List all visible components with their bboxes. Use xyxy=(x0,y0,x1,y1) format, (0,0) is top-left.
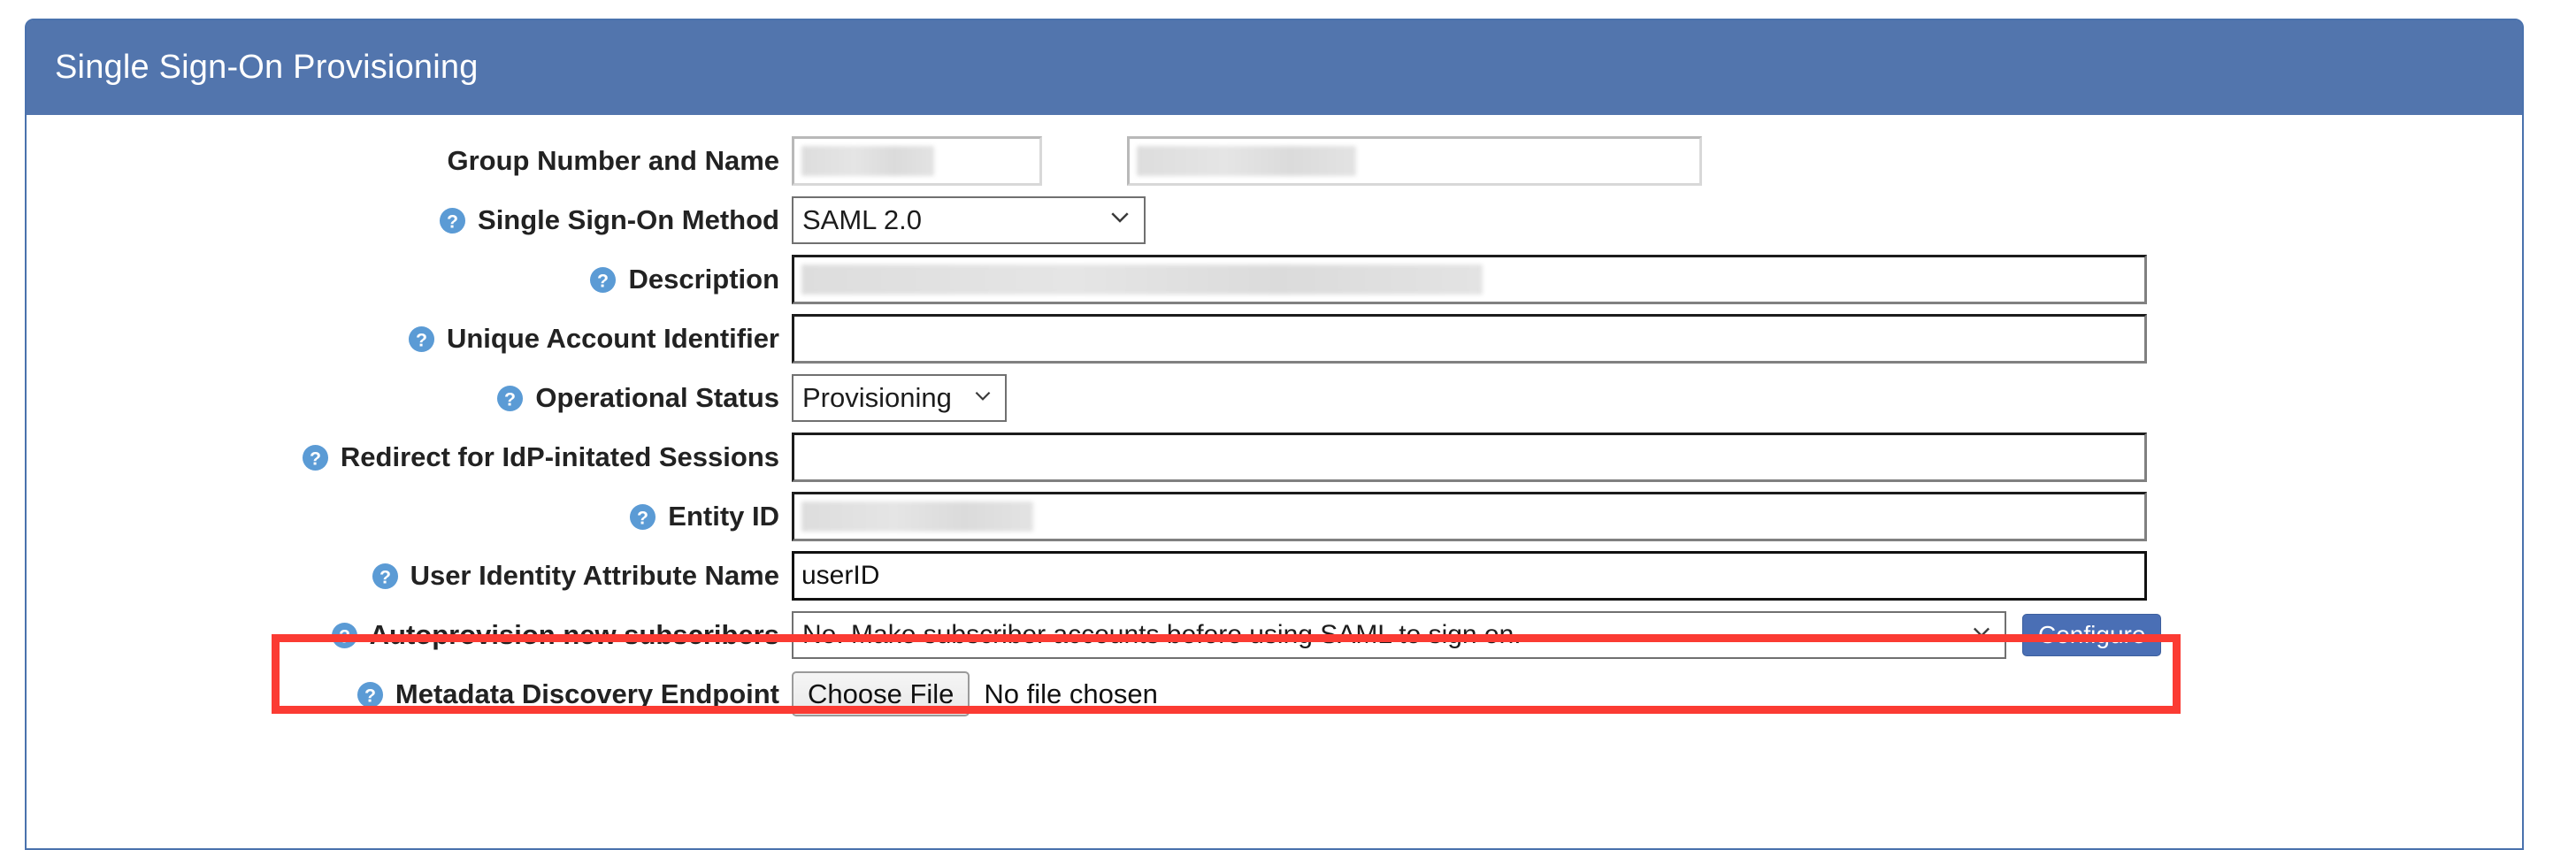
autoprovision-select[interactable]: No. Make subscriber accounts before usin… xyxy=(792,611,2006,659)
form-row-operational-status: ? Operational Status Provisioning xyxy=(27,368,2522,427)
redirect-for-idp-initiated-sessions-input[interactable] xyxy=(792,433,2147,482)
chevron-down-icon xyxy=(1969,619,1994,651)
group-name-input[interactable] xyxy=(1127,136,1702,186)
help-circle-icon[interactable]: ? xyxy=(629,503,656,531)
field-label: Description xyxy=(628,265,779,293)
field-label: User Identity Attribute Name xyxy=(410,562,779,589)
field-label: Metadata Discovery Endpoint xyxy=(395,680,779,708)
form-row-autoprovision-new-subscribers: ? Autoprovision new subscribers No. Make… xyxy=(27,605,2522,664)
field-label: Unique Account Identifier xyxy=(447,325,779,352)
svg-text:?: ? xyxy=(310,448,321,469)
help-circle-icon[interactable]: ? xyxy=(439,207,466,234)
field-label: Group Number and Name xyxy=(448,147,780,174)
user-identity-attribute-name-input[interactable]: userID xyxy=(792,551,2147,601)
field-label: Redirect for IdP-initated Sessions xyxy=(341,443,779,471)
page-title: Single Sign-On Provisioning xyxy=(55,49,479,87)
svg-text:?: ? xyxy=(597,270,609,291)
entity-id-input[interactable] xyxy=(792,492,2147,541)
field-label: Entity ID xyxy=(668,502,779,530)
form-row-metadata-discovery-endpoint: ? Metadata Discovery Endpoint Choose Fil… xyxy=(27,664,2522,724)
label-cell: ? Entity ID xyxy=(27,502,792,530)
redacted-value xyxy=(801,264,1483,295)
operational-status-select[interactable]: Provisioning xyxy=(792,374,1007,422)
help-circle-icon[interactable]: ? xyxy=(589,266,617,294)
choose-file-button[interactable]: Choose File xyxy=(792,671,970,716)
form-row-description: ? Description xyxy=(27,249,2522,309)
label-cell: ? Description xyxy=(27,265,792,293)
redacted-value xyxy=(1137,146,1356,176)
svg-text:?: ? xyxy=(504,388,516,410)
label-cell: ? Operational Status xyxy=(27,384,792,411)
help-circle-icon[interactable]: ? xyxy=(331,622,358,649)
help-circle-icon[interactable]: ? xyxy=(302,444,329,471)
form-row-user-identity-attribute-name: ? User Identity Attribute Name userID xyxy=(27,546,2522,605)
form-row-group-number-and-name: Group Number and Name xyxy=(27,131,2522,190)
chevron-down-icon xyxy=(971,382,994,414)
field-label: Autoprovision new subscribers xyxy=(370,621,779,648)
group-number-input[interactable] xyxy=(792,136,1042,186)
svg-text:?: ? xyxy=(339,625,350,647)
file-upload-control: Choose File No file chosen xyxy=(792,671,1158,716)
help-circle-icon[interactable]: ? xyxy=(496,385,524,412)
svg-text:?: ? xyxy=(637,507,648,528)
select-value: Provisioning xyxy=(802,382,952,414)
select-value: No. Make subscriber accounts before usin… xyxy=(802,620,1522,650)
field-label: Single Sign-On Method xyxy=(478,206,779,234)
label-cell: ? Single Sign-On Method xyxy=(27,206,792,234)
field-label: Operational Status xyxy=(535,384,779,411)
form-body: Group Number and Name ? Single Sign-On M… xyxy=(27,115,2522,724)
panel-header: Single Sign-On Provisioning xyxy=(27,20,2522,115)
single-sign-on-provisioning-panel: Single Sign-On Provisioning Group Number… xyxy=(25,19,2524,850)
single-sign-on-method-select[interactable]: SAML 2.0 xyxy=(792,196,1146,244)
help-circle-icon[interactable]: ? xyxy=(372,563,399,590)
label-cell: ? Metadata Discovery Endpoint xyxy=(27,680,792,708)
chevron-down-icon xyxy=(1107,203,1133,237)
redacted-value xyxy=(801,146,934,176)
svg-text:?: ? xyxy=(364,685,376,706)
input-value: userID xyxy=(801,561,879,591)
form-row-redirect-for-idp-initiated-sessions: ? Redirect for IdP-initated Sessions xyxy=(27,427,2522,486)
help-circle-icon[interactable]: ? xyxy=(356,681,384,708)
unique-account-identifier-input[interactable] xyxy=(792,314,2147,364)
file-chosen-status: No file chosen xyxy=(984,678,1157,710)
label-cell: ? User Identity Attribute Name xyxy=(27,562,792,589)
select-value: SAML 2.0 xyxy=(802,204,922,236)
label-cell: ? Autoprovision new subscribers xyxy=(27,621,792,648)
svg-text:?: ? xyxy=(380,566,391,587)
help-circle-icon[interactable]: ? xyxy=(408,325,435,353)
redacted-value xyxy=(801,502,1033,532)
configure-button[interactable]: Configure xyxy=(2022,614,2161,656)
form-row-entity-id: ? Entity ID xyxy=(27,486,2522,546)
form-row-unique-account-identifier: ? Unique Account Identifier xyxy=(27,309,2522,368)
label-cell: ? Redirect for IdP-initated Sessions xyxy=(27,443,792,471)
label-cell: Group Number and Name xyxy=(27,147,792,174)
svg-text:?: ? xyxy=(416,329,427,350)
form-row-single-sign-on-method: ? Single Sign-On Method SAML 2.0 xyxy=(27,190,2522,249)
description-input[interactable] xyxy=(792,255,2147,304)
svg-text:?: ? xyxy=(447,211,458,232)
label-cell: ? Unique Account Identifier xyxy=(27,325,792,352)
